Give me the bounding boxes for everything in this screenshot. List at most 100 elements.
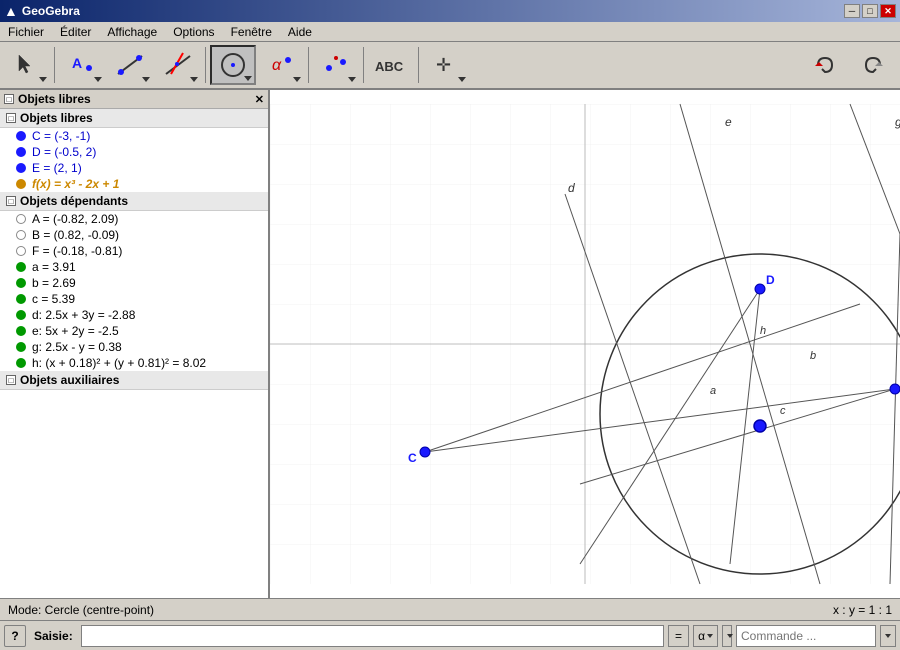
obj-C[interactable]: C = (-3, -1) bbox=[0, 128, 268, 144]
obj-E-icon bbox=[16, 163, 26, 173]
obj-g-line[interactable]: g: 2.5x - y = 0.38 bbox=[0, 339, 268, 355]
obj-F-text: F = (-0.18, -0.81) bbox=[32, 244, 122, 258]
obj-d-line[interactable]: d: 2.5x + 3y = -2.88 bbox=[0, 307, 268, 323]
obj-D-icon bbox=[16, 147, 26, 157]
obj-c-icon bbox=[16, 294, 26, 304]
tool-undo[interactable] bbox=[802, 45, 848, 85]
obj-B-text: B = (0.82, -0.09) bbox=[32, 228, 119, 242]
obj-A[interactable]: A = (-0.82, 2.09) bbox=[0, 211, 268, 227]
obj-B[interactable]: B = (0.82, -0.09) bbox=[0, 227, 268, 243]
obj-d-icon bbox=[16, 310, 26, 320]
canvas-area[interactable]: e g d a b bbox=[270, 90, 900, 598]
svg-text:✛: ✛ bbox=[436, 55, 451, 75]
obj-D[interactable]: D = (-0.5, 2) bbox=[0, 144, 268, 160]
toolbar: A α bbox=[0, 42, 900, 90]
alpha-arrow-icon bbox=[707, 634, 713, 638]
obj-E[interactable]: E = (2, 1) bbox=[0, 160, 268, 176]
point-C-dot[interactable] bbox=[420, 447, 430, 457]
status-bar: Mode: Cercle (centre-point) x : y = 1 : … bbox=[0, 598, 900, 620]
menu-aide[interactable]: Aide bbox=[280, 23, 320, 41]
tool-line-dropdown bbox=[142, 77, 150, 82]
obj-E-text: E = (2, 1) bbox=[32, 161, 82, 175]
tool-redo[interactable] bbox=[850, 45, 896, 85]
app-icon: ▲ bbox=[4, 3, 18, 19]
menu-options[interactable]: Options bbox=[165, 23, 222, 41]
status-coords: x : y = 1 : 1 bbox=[833, 603, 892, 617]
obj-f-icon bbox=[16, 179, 26, 189]
tool-move-dropdown bbox=[458, 77, 466, 82]
point-C-label: C bbox=[408, 451, 417, 465]
obj-e-icon bbox=[16, 326, 26, 336]
help-button[interactable]: ? bbox=[4, 625, 26, 647]
minimize-button[interactable]: ─ bbox=[844, 4, 860, 18]
obj-a[interactable]: a = 3.91 bbox=[0, 259, 268, 275]
panel-title: Objets libres bbox=[18, 92, 91, 106]
tool-conic-dropdown bbox=[293, 77, 301, 82]
tool-move[interactable]: ✛ bbox=[423, 45, 469, 85]
tool-measure[interactable] bbox=[313, 45, 359, 85]
status-mode: Mode: Cercle (centre-point) bbox=[8, 603, 154, 617]
equals-button[interactable]: = bbox=[668, 625, 689, 647]
left-panel: □ Objets libres ✕ □ Objets libres C = (-… bbox=[0, 90, 270, 598]
commande-expand-dropdown[interactable] bbox=[880, 625, 896, 647]
saisie-label: Saisie: bbox=[30, 629, 77, 643]
label-c: c bbox=[780, 405, 786, 417]
tool-point[interactable]: A bbox=[59, 45, 105, 85]
obj-b[interactable]: b = 2.69 bbox=[0, 275, 268, 291]
tool-perpendicular[interactable] bbox=[155, 45, 201, 85]
separator-1 bbox=[54, 47, 55, 83]
panel-close-btn[interactable]: ✕ bbox=[255, 93, 264, 106]
title-bar-controls: ─ □ ✕ bbox=[844, 4, 896, 18]
label-b: b bbox=[810, 350, 816, 362]
alpha-dropdown[interactable]: α bbox=[693, 625, 718, 647]
section-dep-header[interactable]: □ Objets dépendants bbox=[0, 192, 268, 211]
tool-line[interactable] bbox=[107, 45, 153, 85]
tool-conic[interactable]: α bbox=[258, 45, 304, 85]
obj-e-line[interactable]: e: 5x + 2y = -2.5 bbox=[0, 323, 268, 339]
menu-fenetre[interactable]: Fenêtre bbox=[223, 23, 280, 41]
menu-fichier[interactable]: Fichier bbox=[0, 23, 52, 41]
tool-circle[interactable] bbox=[210, 45, 256, 85]
tool-select[interactable] bbox=[4, 45, 50, 85]
menu-editer[interactable]: Éditer bbox=[52, 23, 99, 41]
tool-point-dropdown bbox=[94, 77, 102, 82]
point-F-dot[interactable] bbox=[754, 420, 766, 432]
maximize-button[interactable]: □ bbox=[862, 4, 878, 18]
section-aux-toggle[interactable]: □ bbox=[6, 375, 16, 385]
geometry-canvas[interactable]: e g d a b bbox=[270, 90, 900, 598]
commande-input[interactable] bbox=[736, 625, 876, 647]
section-aux-header[interactable]: □ Objets auxiliaires bbox=[0, 371, 268, 390]
saisie-input[interactable] bbox=[81, 625, 664, 647]
section-free-header[interactable]: □ Objets libres bbox=[0, 109, 268, 128]
tool-measure-dropdown bbox=[348, 77, 356, 82]
obj-F-icon bbox=[16, 246, 26, 256]
obj-C-icon bbox=[16, 131, 26, 141]
obj-F[interactable]: F = (-0.18, -0.81) bbox=[0, 243, 268, 259]
point-E-dot[interactable] bbox=[890, 384, 900, 394]
menu-affichage[interactable]: Affichage bbox=[99, 23, 165, 41]
separator-2 bbox=[205, 47, 206, 83]
separator-5 bbox=[418, 47, 419, 83]
obj-b-icon bbox=[16, 278, 26, 288]
panel-header: □ Objets libres ✕ bbox=[0, 90, 268, 109]
section-free-label: Objets libres bbox=[20, 111, 93, 125]
title-bar-left: ▲ GeoGebra bbox=[4, 3, 80, 19]
tool-perp-dropdown bbox=[190, 77, 198, 82]
commande-dropdown[interactable] bbox=[722, 625, 732, 647]
obj-f-text: f(x) = x³ - 2x + 1 bbox=[32, 177, 119, 191]
label-h: h bbox=[760, 325, 766, 337]
section-free-toggle[interactable]: □ bbox=[6, 113, 16, 123]
obj-c-text: c = 5.39 bbox=[32, 292, 75, 306]
close-button[interactable]: ✕ bbox=[880, 4, 896, 18]
svg-text:ABC: ABC bbox=[375, 59, 404, 74]
obj-h-circle[interactable]: h: (x + 0.18)² + (y + 0.81)² = 8.02 bbox=[0, 355, 268, 371]
point-D-dot[interactable] bbox=[755, 284, 765, 294]
obj-d-text: d: 2.5x + 3y = -2.88 bbox=[32, 308, 135, 322]
obj-A-icon bbox=[16, 214, 26, 224]
section-dep-toggle[interactable]: □ bbox=[6, 196, 16, 206]
obj-h-icon bbox=[16, 358, 26, 368]
tool-text[interactable]: ABC bbox=[368, 45, 414, 85]
panel-toggle[interactable]: □ bbox=[4, 94, 14, 104]
obj-c[interactable]: c = 5.39 bbox=[0, 291, 268, 307]
obj-f[interactable]: f(x) = x³ - 2x + 1 bbox=[0, 176, 268, 192]
